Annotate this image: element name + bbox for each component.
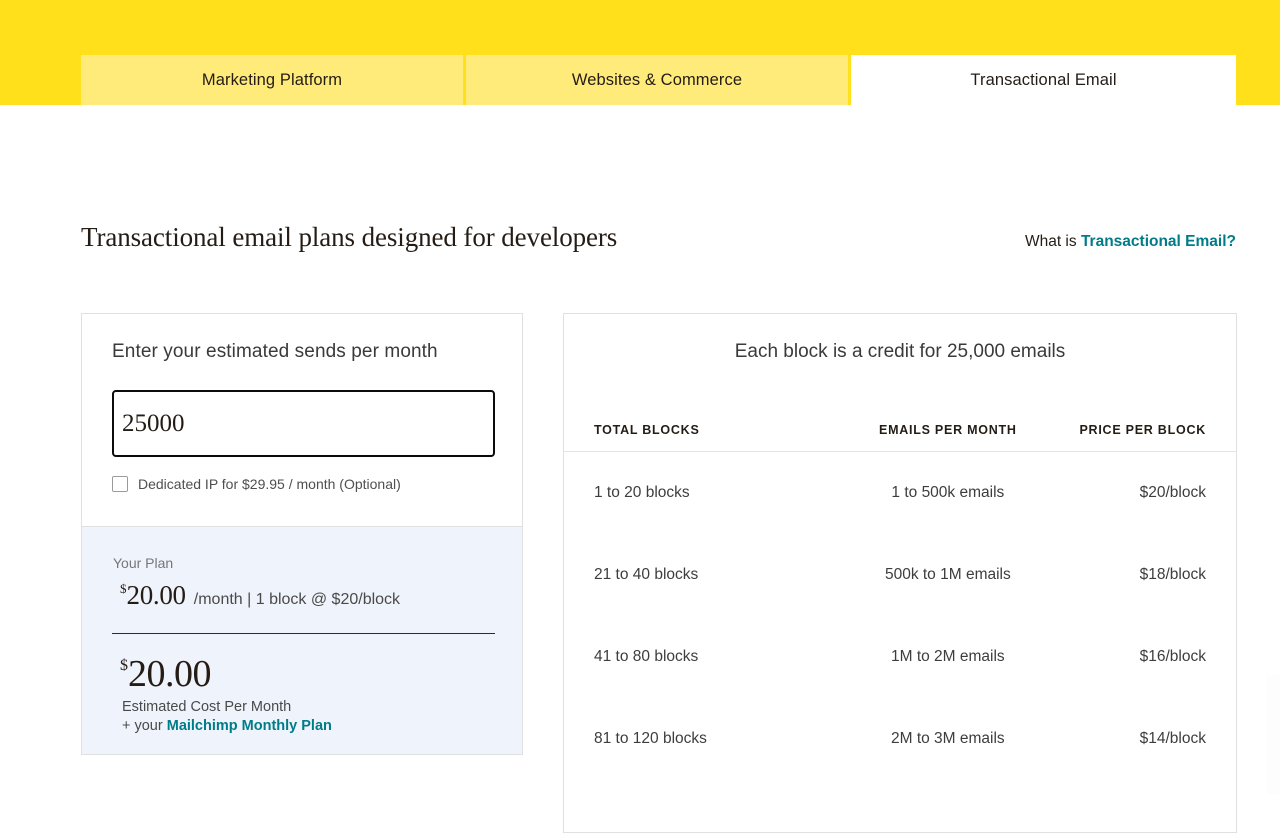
plan-divider (112, 633, 495, 634)
tab-transactional-email[interactable]: Transactional Email (851, 55, 1236, 105)
cell-total-blocks: 81 to 120 blocks (594, 730, 707, 747)
cell-total-blocks: 41 to 80 blocks (594, 648, 699, 665)
calculator-input-section: Enter your estimated sends per month Ded… (82, 314, 522, 527)
block-credit-note: Each block is a credit for 25,000 emails (734, 341, 1066, 362)
cell-emails-per-month: 2M to 3M emails (890, 730, 1005, 747)
page-scrollbar[interactable] (1267, 675, 1280, 794)
sends-calculator-card: Enter your estimated sends per month Ded… (81, 313, 523, 755)
total-amount: 20.00 (128, 653, 212, 695)
plus-prefix: + your (122, 718, 167, 734)
cell-price-per-block: $18/block (1139, 566, 1206, 583)
column-header-price-per-block: PRICE PER BLOCK (1079, 423, 1206, 437)
table-row: 21 to 40 blocks 500k to 1M emails $18/bl… (564, 534, 1236, 616)
your-plan-panel: Your Plan $ 20.00 /month | 1 block @ $20… (82, 527, 522, 754)
plan-category-tabs: Marketing Platform Websites & Commerce T… (81, 55, 1236, 105)
table-row: 1 to 20 blocks 1 to 500k emails $20/bloc… (564, 452, 1236, 534)
currency-symbol: $ (120, 657, 128, 674)
currency-symbol: $ (120, 581, 127, 596)
cell-emails-per-month: 500k to 1M emails (884, 566, 1011, 583)
monthly-price-line: $ 20.00 /month | 1 block @ $20/block (112, 580, 492, 611)
table-row: 41 to 80 blocks 1M to 2M emails $16/bloc… (564, 616, 1236, 698)
plus-monthly-plan-line: + your Mailchimp Monthly Plan (112, 718, 492, 734)
what-is-transactional-email: What is Transactional Email? (1025, 233, 1236, 251)
table-row: 81 to 120 blocks 2M to 3M emails $14/blo… (564, 698, 1236, 780)
page-heading-row: Transactional email plans designed for d… (81, 222, 1236, 253)
tab-label: Marketing Platform (201, 70, 343, 89)
your-plan-kicker: Your Plan (113, 555, 174, 571)
top-yellow-bar: Marketing Platform Websites & Commerce T… (0, 0, 1280, 105)
column-header-total-blocks: TOTAL BLOCKS (594, 423, 700, 437)
column-header-emails-per-month: EMAILS PER MONTH (878, 423, 1017, 437)
monthly-amount: 20.00 (126, 580, 187, 610)
dedicated-ip-checkbox[interactable] (112, 476, 128, 492)
cell-price-per-block: $20/block (1139, 484, 1206, 501)
monthly-price-note: /month | 1 block @ $20/block (193, 591, 401, 608)
sends-input-label: Enter your estimated sends per month (112, 341, 438, 362)
cell-total-blocks: 21 to 40 blocks (594, 566, 699, 583)
cell-total-blocks: 1 to 20 blocks (594, 484, 690, 501)
estimated-cost-label: Estimated Cost Per Month (122, 699, 292, 715)
mailchimp-monthly-plan-link[interactable]: Mailchimp Monthly Plan (167, 718, 332, 734)
tab-marketing-platform[interactable]: Marketing Platform (81, 55, 466, 105)
cell-emails-per-month: 1 to 500k emails (891, 484, 1005, 501)
pricing-table-header: TOTAL BLOCKS EMAILS PER MONTH PRICE PER … (564, 423, 1236, 452)
cell-price-per-block: $14/block (1139, 730, 1206, 747)
cell-emails-per-month: 1M to 2M emails (890, 648, 1005, 665)
sends-input[interactable] (112, 390, 495, 457)
pricing-table-card: Each block is a credit for 25,000 emails… (563, 313, 1237, 833)
page-title: Transactional email plans designed for d… (81, 222, 618, 252)
dedicated-ip-option[interactable]: Dedicated IP for $29.95 / month (Optiona… (112, 476, 492, 492)
what-is-prefix: What is (1024, 233, 1081, 250)
transactional-email-link[interactable]: Transactional Email? (1081, 233, 1236, 250)
tab-label: Websites & Commerce (571, 70, 743, 89)
cell-price-per-block: $16/block (1139, 648, 1206, 665)
tab-label: Transactional Email (970, 70, 1117, 89)
dedicated-ip-label: Dedicated IP for $29.95 / month (Optiona… (138, 476, 401, 492)
total-price-line: $ 20.00 (112, 652, 492, 696)
tab-websites-commerce[interactable]: Websites & Commerce (466, 55, 851, 105)
